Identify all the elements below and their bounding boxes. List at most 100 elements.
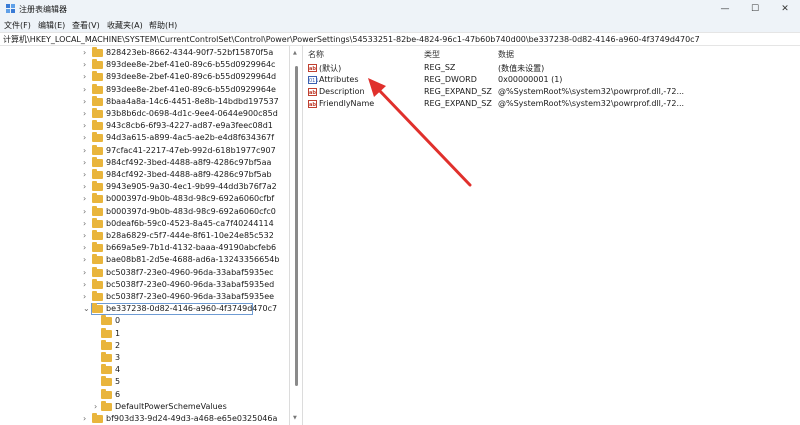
tree-item[interactable]: › 984cf492-3bed-4488-a8f9-4286c97bf5aa	[0, 156, 289, 169]
chevron-right-icon[interactable]: ›	[83, 268, 91, 278]
chevron-right-icon[interactable]: ›	[83, 255, 91, 265]
tree-item-label: b000397d-9b0b-483d-98c9-692a6060cfc0	[106, 206, 276, 216]
tree-child-item[interactable]: › DefaultPowerSchemeValues	[0, 400, 289, 413]
scroll-thumb[interactable]	[295, 66, 298, 386]
tree-item-label: 893dee8e-2bef-41e0-89c6-b55d0929964e	[106, 84, 276, 94]
value-row[interactable]: 011 Attributes REG_DWORD 0x00000001 (1)	[303, 74, 800, 86]
key-tree-pane[interactable]: › 828423eb-8662-4344-90f7-52bf15870f5a › 89…	[0, 46, 289, 425]
tree-item-label: 828423eb-8662-4344-90f7-52bf15870f5a	[106, 48, 274, 57]
tree-child-item[interactable]: 0	[0, 315, 289, 327]
chevron-right-icon[interactable]: ›	[83, 60, 91, 70]
chevron-right-icon[interactable]: ›	[83, 219, 91, 229]
chevron-right-icon[interactable]: ›	[83, 109, 91, 119]
menu-file[interactable]: 文件(F)	[4, 20, 31, 31]
address-path[interactable]: 计算机\HKEY_LOCAL_MACHINE\SYSTEM\CurrentCon…	[3, 34, 700, 45]
tree-item[interactable]: › 893dee8e-2bef-41e0-89c6-b55d0929964e	[0, 83, 289, 96]
chevron-right-icon[interactable]: ›	[83, 85, 91, 95]
tree-child-item[interactable]: 1	[0, 327, 289, 340]
tree-item[interactable]: › b0deaf6b-59c0-4523-8a45-ca7f40244114	[0, 217, 289, 230]
tree-item[interactable]: › b28a6829-c5f7-444e-8f61-10e24e85c532	[0, 230, 289, 242]
tree-item[interactable]: › b000397d-9b0b-483d-98c9-692a6060cfc0	[0, 205, 289, 218]
tree-child-item[interactable]: 2	[0, 339, 289, 352]
tree-scrollbar[interactable]: ▲ ▼	[289, 46, 303, 425]
chevron-right-icon[interactable]: ›	[83, 194, 91, 204]
value-row[interactable]: ab FriendlyName REG_EXPAND_SZ @%SystemRo…	[303, 98, 800, 110]
folder-icon	[92, 205, 103, 216]
menu-favorites[interactable]: 收藏夹(A)	[107, 20, 143, 31]
tree-item[interactable]: › bf903d33-9d24-49d3-a468-e65e0325046a	[0, 413, 289, 425]
tree-item[interactable]: › 8baa4a8a-14c6-4451-8e8b-14bdbd197537	[0, 95, 289, 108]
chevron-right-icon[interactable]: ›	[83, 97, 91, 107]
tree-item[interactable]: › b669a5e9-7b1d-4132-baaa-49190abcfeb6	[0, 242, 289, 254]
column-header-type[interactable]: 类型	[424, 49, 440, 60]
tree-item-label: 3	[115, 353, 121, 362]
tree-item[interactable]: › 828423eb-8662-4344-90f7-52bf15870f5a	[0, 47, 289, 59]
tree-child-item[interactable]: 6	[0, 388, 289, 401]
tree-item[interactable]: › 893dee8e-2bef-41e0-89c6-b55d0929964c	[0, 59, 289, 71]
menu-view[interactable]: 查看(V)	[72, 20, 100, 31]
tree-item-label: 984cf492-3bed-4488-a8f9-4286c97bf5ab	[106, 170, 272, 179]
string-value-icon: ab	[308, 64, 317, 72]
chevron-right-icon[interactable]: ›	[83, 48, 91, 58]
tree-item[interactable]: › bc5038f7-23e0-4960-96da-33abaf5935ee	[0, 291, 289, 303]
chevron-down-icon[interactable]: ⌄	[83, 304, 91, 314]
value-row[interactable]: ab (默认) REG_SZ (数值未设置)	[303, 62, 800, 74]
minimize-button[interactable]: —	[710, 0, 740, 18]
tree-item-label: bc5038f7-23e0-4960-96da-33abaf5935ee	[106, 292, 275, 301]
folder-icon	[92, 291, 103, 301]
tree-item[interactable]: › 893dee8e-2bef-41e0-89c6-b55d0929964d	[0, 71, 289, 83]
tree-item-label: b669a5e9-7b1d-4132-baaa-49190abcfeb6	[106, 243, 277, 253]
menu-help[interactable]: 帮助(H)	[149, 20, 177, 31]
tree-item-label: 943c8cb6-6f93-4227-ad87-e9a3feec08d1	[106, 121, 273, 131]
title-bar: 注册表编辑器 — ☐ ✕	[0, 0, 800, 18]
value-name: (默认)	[319, 64, 342, 73]
scroll-down-icon[interactable]: ▼	[293, 415, 297, 421]
tree-item[interactable]: › bc5038f7-23e0-4960-96da-33abaf5935ec	[0, 266, 289, 279]
folder-icon	[92, 71, 103, 82]
folder-icon	[92, 47, 103, 57]
tree-item[interactable]: › bae08b81-2d5e-4688-ad6a-13243356654b	[0, 254, 289, 266]
values-pane[interactable]: 名称 类型 数据 ab (默认) REG_SZ (数值未设置) 011 Attr…	[303, 46, 800, 425]
menu-edit[interactable]: 编辑(E)	[38, 20, 65, 31]
chevron-right-icon[interactable]: ›	[83, 170, 91, 180]
close-button[interactable]: ✕	[770, 0, 800, 18]
tree-child-item[interactable]: 5	[0, 376, 289, 388]
chevron-right-icon[interactable]: ›	[83, 280, 91, 290]
column-header-data[interactable]: 数据	[498, 49, 514, 60]
registry-editor-icon	[6, 4, 15, 13]
tree-item[interactable]: › 97cfac41-2217-47eb-992d-618b1977c907	[0, 144, 289, 157]
tree-item[interactable]: › 93b8b6dc-0698-4d1c-9ee4-0644e900c85d	[0, 108, 289, 120]
chevron-right-icon[interactable]: ›	[83, 121, 91, 131]
tree-item[interactable]: › 94d3a615-a899-4ac5-ae2b-e4d8f634367f	[0, 132, 289, 144]
tree-item-label: 4	[115, 365, 121, 375]
chevron-right-icon[interactable]: ›	[83, 243, 91, 253]
folder-icon	[92, 217, 103, 228]
folder-icon	[101, 352, 112, 362]
tree-child-item[interactable]: 4	[0, 364, 289, 376]
chevron-right-icon[interactable]: ›	[83, 231, 91, 241]
chevron-right-icon[interactable]: ›	[83, 182, 91, 192]
tree-item[interactable]: › 9943e905-9a30-4ec1-9b99-44dd3b76f7a2	[0, 181, 289, 193]
tree-item[interactable]: › bc5038f7-23e0-4960-96da-33abaf5935ed	[0, 278, 289, 291]
chevron-right-icon[interactable]: ›	[83, 414, 91, 424]
tree-item-label: 2	[115, 340, 121, 350]
tree-item[interactable]: › 984cf492-3bed-4488-a8f9-4286c97bf5ab	[0, 169, 289, 181]
value-row[interactable]: ab Description REG_EXPAND_SZ @%SystemRoo…	[303, 86, 800, 98]
chevron-right-icon[interactable]: ›	[83, 133, 91, 143]
scroll-up-icon[interactable]: ▲	[293, 50, 297, 56]
folder-icon	[101, 400, 112, 411]
chevron-right-icon[interactable]: ›	[83, 292, 91, 302]
chevron-right-icon[interactable]: ›	[83, 158, 91, 168]
tree-item[interactable]: › 943c8cb6-6f93-4227-ad87-e9a3feec08d1	[0, 120, 289, 132]
tree-child-item[interactable]: 3	[0, 352, 289, 364]
address-bar[interactable]: 计算机\HKEY_LOCAL_MACHINE\SYSTEM\CurrentCon…	[0, 32, 800, 46]
chevron-right-icon[interactable]: ›	[83, 72, 91, 82]
value-data: @%SystemRoot%\system32\powrprof.dll,-72.…	[498, 87, 685, 96]
tree-item[interactable]: › b000397d-9b0b-483d-98c9-692a6060cfbf	[0, 193, 289, 205]
tree-item-selected[interactable]: ⌄ be337238-0d82-4146-a960-4f3749d470c7	[0, 303, 289, 316]
chevron-right-icon[interactable]: ›	[83, 207, 91, 217]
chevron-right-icon[interactable]: ›	[83, 146, 91, 156]
tree-item-label: 984cf492-3bed-4488-a8f9-4286c97bf5aa	[106, 157, 272, 167]
column-header-name[interactable]: 名称	[308, 49, 324, 60]
maximize-button[interactable]: ☐	[740, 0, 770, 18]
